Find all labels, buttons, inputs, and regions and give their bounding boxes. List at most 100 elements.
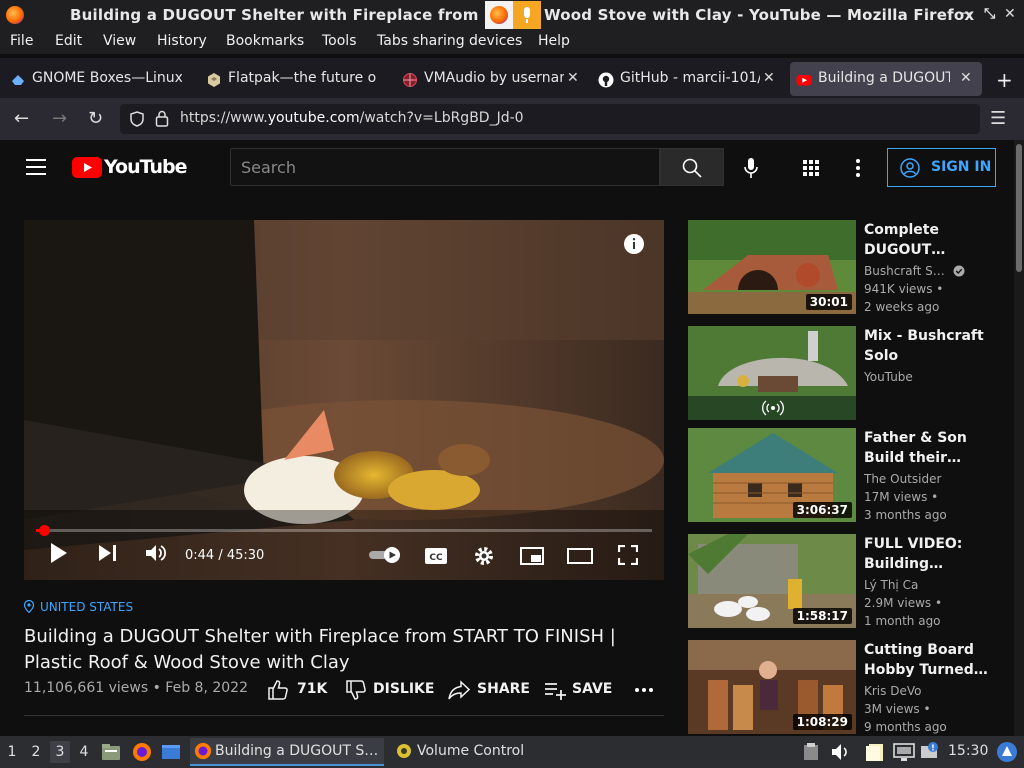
window-launcher-icon[interactable] bbox=[161, 742, 181, 762]
video-thumbnail[interactable]: 1:08:29 bbox=[688, 640, 856, 734]
tab-vmaudio[interactable]: VMAudio by usernam ✕ bbox=[402, 62, 592, 96]
video-age: 9 months ago bbox=[864, 720, 947, 734]
search-input[interactable] bbox=[231, 149, 659, 185]
menu-view[interactable]: View bbox=[103, 33, 136, 49]
search-button[interactable] bbox=[660, 148, 724, 186]
channel-name[interactable]: Kris DeVo bbox=[864, 684, 921, 698]
miniplayer-icon[interactable] bbox=[520, 547, 544, 565]
channel-name[interactable]: Lý Thị Ca bbox=[864, 578, 918, 592]
info-icon[interactable] bbox=[624, 234, 644, 254]
share-button[interactable]: SHARE bbox=[448, 680, 530, 700]
video-thumbnail[interactable]: 3:06:37 bbox=[688, 428, 856, 522]
video-thumbnail[interactable]: 30:01 bbox=[688, 220, 856, 314]
sign-in-button[interactable]: SIGN IN bbox=[887, 148, 996, 187]
location-text: UNITED STATES bbox=[40, 600, 134, 614]
video-title[interactable]: FULL VIDEO: Building… bbox=[864, 534, 994, 574]
recommendation-item[interactable]: 1:58:17 FULL VIDEO: Building… Lý Thị Ca … bbox=[688, 534, 1008, 630]
speaker-tray-icon[interactable] bbox=[831, 743, 849, 761]
like-button[interactable]: 71K bbox=[268, 680, 328, 700]
network-tray-icon[interactable]: ! bbox=[920, 742, 940, 762]
dislike-button[interactable]: DISLIKE bbox=[346, 680, 436, 700]
system-menu-icon[interactable] bbox=[996, 741, 1018, 763]
tab-gnome-boxes[interactable]: GNOME Boxes—Linux bbox=[10, 62, 200, 96]
workspace-4[interactable]: 4 bbox=[74, 741, 94, 763]
menu-help[interactable]: Help bbox=[538, 33, 570, 49]
hamburger-menu-icon[interactable] bbox=[26, 158, 46, 176]
reload-icon[interactable]: ↻ bbox=[88, 108, 103, 129]
tab-label: Flatpak—the future o bbox=[228, 70, 377, 86]
task-volume-control[interactable]: Volume Control bbox=[392, 738, 562, 766]
url-bar[interactable]: https://www.youtube.com/watch?v=LbRgBD_J… bbox=[120, 104, 980, 134]
channel-name[interactable]: YouTube bbox=[864, 370, 913, 384]
flatpak-icon bbox=[208, 73, 220, 87]
taskbar: 1 2 3 4 Building a DUGOUT S… Volume Cont… bbox=[0, 736, 1024, 768]
shield-icon[interactable] bbox=[130, 111, 144, 127]
menu-bookmarks[interactable]: Bookmarks bbox=[226, 33, 304, 49]
workspace-2[interactable]: 2 bbox=[26, 741, 46, 763]
tab-youtube-active[interactable]: Building a DUGOUT S ✕ bbox=[790, 62, 982, 96]
save-button[interactable]: SAVE bbox=[544, 680, 614, 700]
channel-name[interactable]: The Outsider bbox=[864, 472, 941, 486]
menu-tools[interactable]: Tools bbox=[322, 33, 357, 49]
progress-bar[interactable] bbox=[36, 525, 652, 536]
youtube-logo[interactable]: YouTube bbox=[72, 156, 187, 178]
display-tray-icon[interactable] bbox=[893, 742, 915, 762]
recommendation-item[interactable]: 3:06:37 Father & Son Build their… The Ou… bbox=[688, 428, 1008, 524]
video-title[interactable]: Cutting Board Hobby Turned… bbox=[864, 640, 994, 680]
next-icon[interactable] bbox=[98, 544, 118, 562]
task-firefox[interactable]: Building a DUGOUT S… bbox=[190, 738, 384, 766]
captions-icon[interactable]: CC bbox=[424, 547, 448, 565]
scrollbar-thumb[interactable] bbox=[1016, 144, 1022, 272]
workspace-1[interactable]: 1 bbox=[2, 741, 22, 763]
firefox-launcher-icon[interactable] bbox=[132, 742, 152, 762]
location-tag[interactable]: UNITED STATES bbox=[23, 599, 664, 614]
new-tab-button[interactable]: + bbox=[996, 68, 1013, 92]
menu-history[interactable]: History bbox=[157, 33, 207, 49]
sharing-indicator[interactable] bbox=[485, 1, 541, 29]
file-manager-icon[interactable] bbox=[101, 742, 121, 762]
lock-icon[interactable] bbox=[155, 110, 169, 127]
play-icon[interactable] bbox=[50, 542, 68, 564]
more-options-icon[interactable] bbox=[856, 159, 860, 177]
close-tab-icon[interactable]: ✕ bbox=[763, 70, 775, 86]
video-title[interactable]: Mix - Bushcraft Solo bbox=[864, 326, 994, 366]
clipboard-icon[interactable] bbox=[803, 743, 819, 761]
close-window-button[interactable]: ✕ bbox=[1004, 6, 1016, 22]
menu-tabs-sharing-devices[interactable]: Tabs sharing devices bbox=[377, 33, 522, 49]
more-actions-icon[interactable] bbox=[635, 688, 653, 692]
back-icon[interactable]: ← bbox=[14, 108, 29, 129]
tab-flatpak[interactable]: Flatpak—the future o bbox=[206, 62, 396, 96]
restore-button[interactable]: ⤡ bbox=[984, 6, 995, 22]
forward-icon[interactable]: → bbox=[52, 108, 67, 129]
minimize-button[interactable]: ─ bbox=[962, 6, 970, 22]
video-title[interactable]: Complete DUGOUT… bbox=[864, 220, 994, 260]
progress-knob[interactable] bbox=[39, 525, 50, 536]
fullscreen-icon[interactable] bbox=[618, 545, 638, 565]
theater-mode-icon[interactable] bbox=[567, 548, 593, 564]
workspace-3[interactable]: 3 bbox=[50, 741, 70, 763]
apps-grid-icon[interactable] bbox=[803, 160, 819, 176]
tab-github[interactable]: GitHub - marcii-101/ ✕ bbox=[598, 62, 788, 96]
video-thumbnail[interactable] bbox=[688, 326, 856, 420]
channel-name[interactable]: Bushcraft S… bbox=[864, 264, 965, 278]
menu-file[interactable]: File bbox=[10, 33, 33, 49]
recommendation-item[interactable]: 30:01 Complete DUGOUT… Bushcraft S… 941K… bbox=[688, 220, 1008, 316]
video-thumbnail[interactable]: 1:58:17 bbox=[688, 534, 856, 628]
recommendation-item[interactable]: Mix - Bushcraft Solo YouTube bbox=[688, 326, 1008, 422]
notes-tray-icon[interactable] bbox=[864, 742, 886, 762]
close-tab-icon[interactable]: ✕ bbox=[960, 70, 972, 86]
volume-icon[interactable] bbox=[145, 544, 167, 562]
url-text[interactable]: https://www.youtube.com/watch?v=LbRgBD_J… bbox=[180, 110, 524, 126]
microphone-icon[interactable] bbox=[744, 157, 758, 179]
settings-gear-icon[interactable] bbox=[473, 545, 495, 567]
recommendation-item[interactable]: 1:08:29 Cutting Board Hobby Turned… Kris… bbox=[688, 640, 1008, 736]
clock[interactable]: 15:30 bbox=[948, 743, 988, 759]
search-box[interactable] bbox=[230, 148, 660, 186]
close-tab-icon[interactable]: ✕ bbox=[567, 70, 579, 86]
video-title[interactable]: Father & Son Build their… bbox=[864, 428, 994, 468]
app-menu-icon[interactable]: ☰ bbox=[990, 108, 1006, 129]
page-scrollbar[interactable] bbox=[1014, 140, 1024, 736]
autoplay-toggle-icon[interactable] bbox=[368, 546, 404, 564]
menu-edit[interactable]: Edit bbox=[55, 33, 82, 49]
video-player[interactable]: 0:44 / 45:30 CC bbox=[24, 220, 664, 580]
